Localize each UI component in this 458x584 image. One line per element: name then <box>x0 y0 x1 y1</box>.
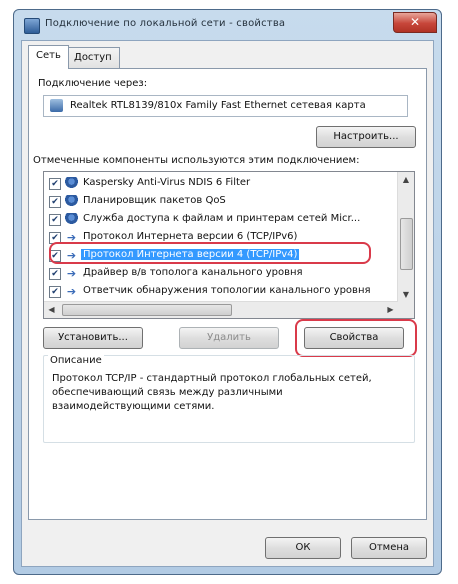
install-button[interactable]: Установить... <box>43 327 143 349</box>
protocol-icon: ➔ <box>66 285 77 298</box>
window-title: Подключение по локальной сети - свойства <box>45 18 286 29</box>
component-label: Служба доступа к файлам и принтерам сете… <box>83 213 361 224</box>
scroll-left-icon[interactable]: ◀ <box>44 303 59 317</box>
list-item[interactable]: ✔ ➔ Протокол Интернета версии 6 (TCP/IPv… <box>44 229 398 247</box>
component-label: Протокол Интернета версии 4 (TCP/IPv4) <box>81 249 300 260</box>
client-icon <box>65 177 78 190</box>
component-label: Планировщик пакетов QoS <box>83 195 226 206</box>
list-item[interactable]: ✔ Kaspersky Anti-Virus NDIS 6 Filter <box>44 175 398 193</box>
component-checkbox[interactable]: ✔ <box>49 196 61 208</box>
vertical-scrollbar[interactable]: ▲ ▼ <box>397 172 414 302</box>
description-group: Описание Протокол TCP/IP - стандартный п… <box>43 355 415 443</box>
component-label: Драйвер в/в тополога канального уровня <box>83 267 303 278</box>
list-item[interactable]: ✔ ➔ Ответчик обнаружения топологии канал… <box>44 283 398 301</box>
component-label: Ответчик обнаружения топологии канальног… <box>83 285 371 296</box>
list-item[interactable]: ✔ Служба доступа к файлам и принтерам се… <box>44 211 398 229</box>
tab-network[interactable]: Сеть <box>28 45 69 69</box>
tab-panel-network: Подключение через: Realtek RTL8139/810x … <box>28 68 427 520</box>
horizontal-scroll-thumb[interactable] <box>62 304 232 316</box>
component-checkbox[interactable]: ✔ <box>49 268 61 280</box>
list-item-selected[interactable]: ✔ ➔ Протокол Интернета версии 4 (TCP/IPv… <box>44 247 398 265</box>
components-label: Отмеченные компоненты используются этим … <box>33 155 360 166</box>
ok-button[interactable]: ОК <box>265 537 341 559</box>
network-connection-icon <box>24 18 40 34</box>
components-list[interactable]: ✔ Kaspersky Anti-Virus NDIS 6 Filter ✔ П… <box>43 171 415 319</box>
list-item[interactable]: ✔ Планировщик пакетов QoS <box>44 193 398 211</box>
component-label: Kaspersky Anti-Virus NDIS 6 Filter <box>83 177 251 188</box>
remove-button[interactable]: Удалить <box>179 327 279 349</box>
protocol-icon: ➔ <box>66 231 77 244</box>
service-icon <box>65 195 78 208</box>
tab-sharing[interactable]: Доступ <box>66 47 120 68</box>
scroll-down-icon[interactable]: ▼ <box>399 287 413 302</box>
scroll-right-icon[interactable]: ▶ <box>383 303 398 317</box>
title-bar[interactable]: Подключение по локальной сети - свойства… <box>14 10 441 40</box>
protocol-icon: ➔ <box>66 267 77 280</box>
description-text: Протокол TCP/IP - стандартный протокол г… <box>52 373 372 412</box>
scroll-corner <box>398 302 414 318</box>
scroll-up-icon[interactable]: ▲ <box>399 172 413 187</box>
close-button[interactable]: ✕ <box>393 12 437 33</box>
component-checkbox[interactable]: ✔ <box>49 232 61 244</box>
adapter-field: Realtek RTL8139/810x Family Fast Etherne… <box>43 95 408 117</box>
dialog-client-area: Сеть Доступ Подключение через: Realtek R… <box>21 40 434 567</box>
component-checkbox[interactable]: ✔ <box>49 214 61 226</box>
component-checkbox[interactable]: ✔ <box>49 286 61 298</box>
configure-button[interactable]: Настроить... <box>316 126 416 148</box>
properties-window: Подключение по локальной сети - свойства… <box>13 9 442 575</box>
vertical-scroll-thumb[interactable] <box>400 218 413 270</box>
connect-using-label: Подключение через: <box>38 78 148 89</box>
list-item[interactable]: ✔ ➔ Драйвер в/в тополога канального уров… <box>44 265 398 283</box>
properties-button[interactable]: Свойства <box>304 327 404 349</box>
adapter-name: Realtek RTL8139/810x Family Fast Etherne… <box>70 100 366 111</box>
network-adapter-icon <box>50 99 63 112</box>
component-checkbox[interactable]: ✔ <box>49 178 61 190</box>
cancel-button[interactable]: Отмена <box>351 537 427 559</box>
service-icon <box>65 213 78 226</box>
horizontal-scrollbar[interactable]: ◀ ▶ <box>44 301 398 318</box>
protocol-icon: ➔ <box>66 249 77 262</box>
description-title: Описание <box>48 355 104 366</box>
component-label: Протокол Интернета версии 6 (TCP/IPv6) <box>83 231 298 242</box>
component-checkbox[interactable]: ✔ <box>49 250 61 262</box>
